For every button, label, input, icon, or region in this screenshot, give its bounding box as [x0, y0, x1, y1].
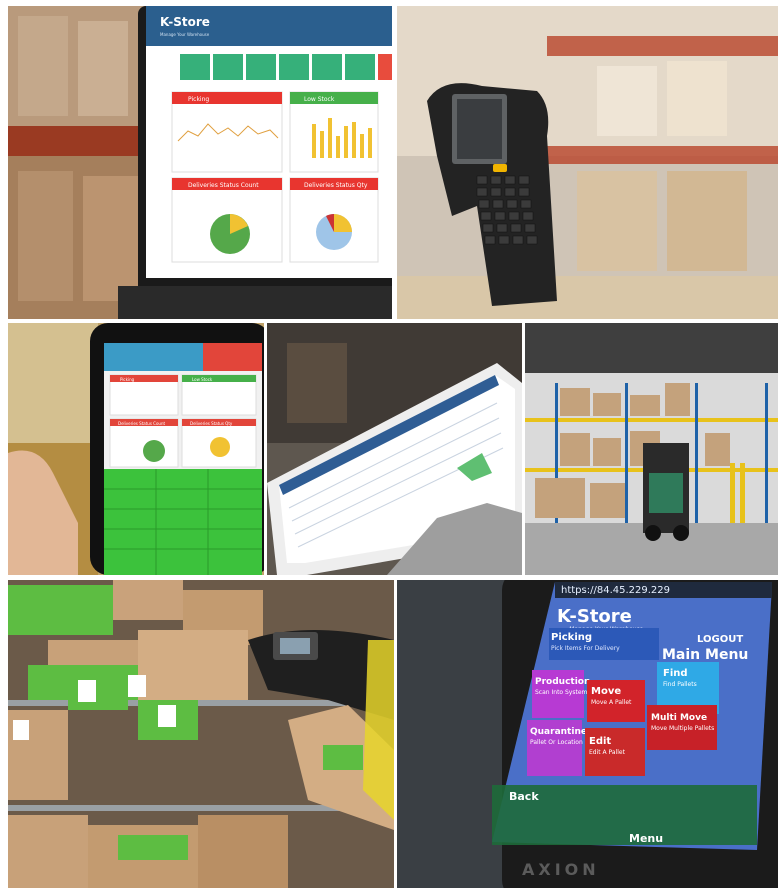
main-menu-title: Main Menu [662, 647, 748, 663]
panel-deliveries-qty-title: Deliveries Status Qty [304, 182, 368, 189]
svg-text:Quarantine: Quarantine [530, 727, 587, 737]
svg-text:Edit A Pallet: Edit A Pallet [589, 749, 626, 756]
svg-text:Edit: Edit [589, 736, 611, 747]
phone-panel-deliveries-count: Deliveries Status Count [118, 421, 165, 426]
kstore-handheld-logo: K-Store [557, 606, 632, 627]
kstore-logo: K-Store [160, 15, 210, 29]
svg-text:Move: Move [591, 686, 621, 697]
menu-softkey[interactable]: Menu [629, 832, 663, 845]
kstore-handheld-menu-photo: https://84.45.229.229 K-Store Manage You… [397, 580, 778, 888]
handheld-scanner-photo [397, 6, 778, 319]
svg-text:Find: Find [663, 668, 688, 679]
svg-text:Pallet Or Location: Pallet Or Location [530, 739, 583, 746]
svg-text:Scan Into System: Scan Into System [535, 689, 588, 696]
back-softkey[interactable]: Back [509, 790, 539, 803]
svg-text:Move Multiple Pallets: Move Multiple Pallets [651, 725, 714, 732]
svg-text:Picking: Picking [551, 632, 592, 643]
phone-panel-low-stock: Low Stock [192, 377, 213, 382]
svg-text:Find Pallets: Find Pallets [663, 681, 697, 688]
multi-move-tile[interactable]: Multi Move Move Multiple Pallets [647, 705, 717, 750]
logout-link[interactable]: LOGOUT [697, 634, 743, 645]
edit-tile[interactable]: Edit Edit A Pallet [585, 728, 645, 776]
wrist-scanner-shelves-photo [8, 580, 394, 888]
laptop-dashboard-photo: K-Store Manage Your Warehouse Picking Lo… [8, 6, 392, 319]
svg-text:Multi Move: Multi Move [651, 713, 707, 723]
svg-text:Pick Items For Delivery: Pick Items For Delivery [551, 645, 620, 652]
warehouse-forklift-photo [525, 323, 778, 575]
picking-tile[interactable]: Picking Pick Items For Delivery [549, 628, 659, 660]
phone-panel-deliveries-qty: Deliveries Status Qty [190, 421, 233, 426]
quarantine-tile[interactable]: Quarantine Pallet Or Location [527, 720, 587, 776]
svg-text:Production: Production [535, 677, 590, 687]
move-tile[interactable]: Move Move A Pallet [587, 680, 645, 722]
kstore-tagline: Manage Your Warehouse [160, 32, 210, 37]
device-brand: AXION [522, 860, 600, 879]
address-bar-text: https://84.45.229.229 [561, 585, 670, 596]
panel-low-stock-title: Low Stock [304, 96, 335, 103]
smartphone-dashboard-photo: Picking Low Stock Deliveries Status Coun… [8, 323, 264, 575]
svg-text:Move A Pallet: Move A Pallet [591, 699, 632, 706]
phone-panel-picking: Picking [120, 377, 135, 382]
tablet-photo [267, 323, 522, 575]
panel-picking-title: Picking [188, 96, 209, 103]
production-tile[interactable]: Production Scan Into System [532, 670, 590, 718]
panel-deliveries-count-title: Deliveries Status Count [188, 182, 259, 189]
